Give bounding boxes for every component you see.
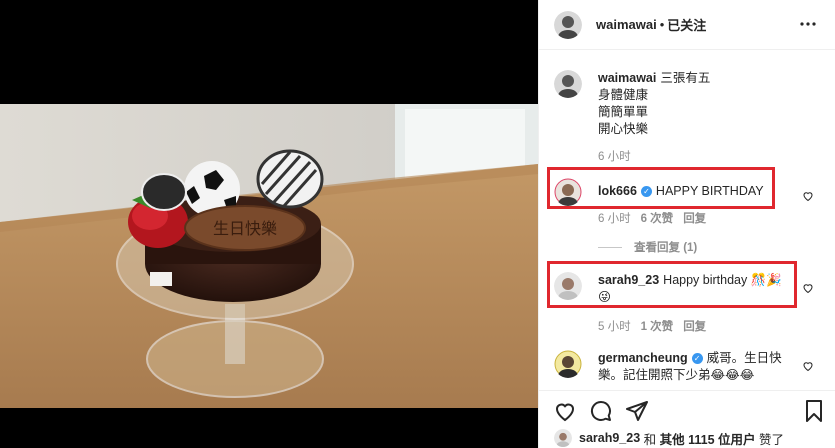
comment-time[interactable]: 6 小时 <box>598 210 631 226</box>
comments-list[interactable]: waimawai 三張有五 身體健康 簡簡單單 開心快樂 6 小时 lok666 ✓… <box>539 50 835 390</box>
like-icon[interactable] <box>553 399 577 423</box>
post-details-panel: waimawai • 已关注 waimawai 三張有五 身體健康 簡簡單單 開心… <box>538 0 835 448</box>
comment-username[interactable]: germancheung <box>598 351 688 365</box>
verified-icon: ✓ <box>691 353 703 365</box>
action-bar <box>539 390 835 428</box>
caption-line-4: 開心快樂 <box>598 122 649 136</box>
caption-line-1: 三張有五 <box>660 71 711 85</box>
caption-time[interactable]: 6 小时 <box>598 148 631 164</box>
likes-and: 和 <box>643 432 657 447</box>
post-media[interactable]: 生日快樂 <box>0 0 538 448</box>
comment-item: germancheung ✓ 威哥。生日快 樂。記住開照下少弟😂😂😂 <box>554 350 824 384</box>
comment-time[interactable]: 5 小时 <box>598 318 631 334</box>
comment-meta: 5 小时 1 次赞 回复 <box>598 318 706 334</box>
divider <box>598 246 622 248</box>
comment-body-line-2: 樂。記住開照下少弟 <box>598 368 711 382</box>
bookmark-icon[interactable] <box>802 399 826 423</box>
share-icon[interactable] <box>625 399 649 423</box>
heart-icon[interactable] <box>802 282 814 294</box>
view-replies[interactable]: 查看回复 (1) <box>598 239 697 255</box>
comment-body-line-1: 威哥。生日快 <box>706 351 782 365</box>
comment-emoji: 😂😂😂 <box>710 368 755 382</box>
author-username[interactable]: waimawai <box>596 17 657 32</box>
reply-button[interactable]: 回复 <box>683 210 706 226</box>
caption-line-3: 簡簡單單 <box>598 105 649 119</box>
highlight-box <box>547 261 797 308</box>
more-icon[interactable] <box>798 14 818 34</box>
comment-text: germancheung ✓ 威哥。生日快 樂。記住開照下少弟😂😂😂 <box>598 350 782 384</box>
comment-icon[interactable] <box>589 399 613 423</box>
caption-meta: 6 小时 <box>598 148 631 164</box>
separator: • <box>659 17 665 32</box>
likes-summary: sarah9_23 和 其他 1115 位用户 赞了 <box>554 428 784 448</box>
comment-likes[interactable]: 6 次赞 <box>641 210 674 226</box>
avatar[interactable] <box>554 350 582 378</box>
view-replies-label[interactable]: 查看回复 (1) <box>634 239 697 255</box>
follow-status[interactable]: 已关注 <box>667 15 706 34</box>
avatar[interactable] <box>554 429 572 447</box>
heart-icon[interactable] <box>802 360 814 372</box>
avatar[interactable] <box>554 10 582 39</box>
cake-photo: 生日快樂 <box>0 104 538 408</box>
comment-meta: 6 小时 6 次赞 回复 <box>598 210 706 226</box>
svg-text:生日快樂: 生日快樂 <box>213 219 277 238</box>
highlight-box <box>547 167 775 209</box>
likes-others[interactable]: 其他 1115 位用户 <box>660 429 756 448</box>
comment-likes[interactable]: 1 次赞 <box>641 318 674 334</box>
caption-text: waimawai 三張有五 身體健康 簡簡單單 開心快樂 <box>598 70 710 138</box>
post-header: waimawai • 已关注 <box>539 0 835 50</box>
likes-action: 赞了 <box>759 432 785 447</box>
reply-button[interactable]: 回复 <box>683 318 706 334</box>
heart-icon[interactable] <box>802 190 814 202</box>
caption-line-2: 身體健康 <box>598 88 649 102</box>
avatar[interactable] <box>554 70 582 98</box>
caption: waimawai 三張有五 身體健康 簡簡單單 開心快樂 <box>554 70 824 138</box>
caption-username[interactable]: waimawai <box>598 71 656 85</box>
liker-username[interactable]: sarah9_23 <box>579 431 640 445</box>
